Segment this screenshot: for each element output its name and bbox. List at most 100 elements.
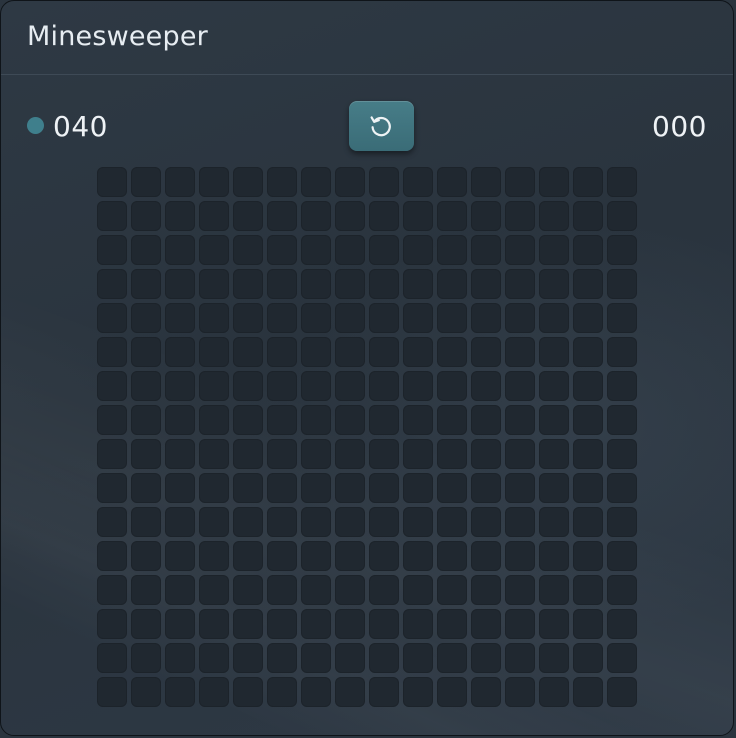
minefield-cell[interactable] (573, 541, 603, 571)
minefield-cell[interactable] (437, 473, 467, 503)
minefield-cell[interactable] (131, 167, 161, 197)
minefield-cell[interactable] (437, 235, 467, 265)
minefield-cell[interactable] (539, 337, 569, 367)
minefield-cell[interactable] (471, 337, 501, 367)
minefield-cell[interactable] (199, 167, 229, 197)
minefield-cell[interactable] (573, 507, 603, 537)
minefield-cell[interactable] (267, 609, 297, 639)
minefield-cell[interactable] (573, 405, 603, 435)
minefield-cell[interactable] (165, 643, 195, 673)
minefield-cell[interactable] (539, 541, 569, 571)
minefield-cell[interactable] (199, 677, 229, 707)
minefield-cell[interactable] (131, 473, 161, 503)
minefield-cell[interactable] (165, 609, 195, 639)
minefield-cell[interactable] (97, 643, 127, 673)
minefield-cell[interactable] (301, 575, 331, 605)
minefield-cell[interactable] (607, 167, 637, 197)
minefield-cell[interactable] (539, 609, 569, 639)
minefield-cell[interactable] (267, 541, 297, 571)
minefield-cell[interactable] (505, 235, 535, 265)
minefield-cell[interactable] (233, 405, 263, 435)
minefield-cell[interactable] (403, 439, 433, 469)
minefield-cell[interactable] (165, 405, 195, 435)
minefield-cell[interactable] (199, 337, 229, 367)
minefield-cell[interactable] (369, 269, 399, 299)
minefield-cell[interactable] (267, 371, 297, 401)
minefield-cell[interactable] (97, 507, 127, 537)
minefield-cell[interactable] (471, 439, 501, 469)
minefield-cell[interactable] (335, 405, 365, 435)
minefield-cell[interactable] (607, 575, 637, 605)
minefield-cell[interactable] (403, 677, 433, 707)
minefield-cell[interactable] (335, 303, 365, 333)
minefield-cell[interactable] (505, 269, 535, 299)
minefield-cell[interactable] (233, 473, 263, 503)
minefield-cell[interactable] (97, 201, 127, 231)
minefield-cell[interactable] (403, 575, 433, 605)
minefield-cell[interactable] (131, 541, 161, 571)
minefield-cell[interactable] (437, 303, 467, 333)
minefield-cell[interactable] (437, 201, 467, 231)
minefield-cell[interactable] (199, 303, 229, 333)
minefield-cell[interactable] (437, 507, 467, 537)
minefield-cell[interactable] (505, 303, 535, 333)
minefield-cell[interactable] (267, 167, 297, 197)
minefield-cell[interactable] (471, 609, 501, 639)
minefield-cell[interactable] (199, 609, 229, 639)
minefield-cell[interactable] (131, 677, 161, 707)
minefield-cell[interactable] (573, 371, 603, 401)
minefield-cell[interactable] (607, 473, 637, 503)
minefield-cell[interactable] (267, 677, 297, 707)
minefield-cell[interactable] (403, 473, 433, 503)
minefield-cell[interactable] (131, 643, 161, 673)
minefield-cell[interactable] (369, 371, 399, 401)
minefield-cell[interactable] (267, 337, 297, 367)
minefield-cell[interactable] (505, 201, 535, 231)
minefield-cell[interactable] (369, 473, 399, 503)
minefield-cell[interactable] (607, 405, 637, 435)
minefield-cell[interactable] (403, 337, 433, 367)
minefield-cell[interactable] (505, 575, 535, 605)
minefield-cell[interactable] (199, 201, 229, 231)
minefield-cell[interactable] (199, 507, 229, 537)
minefield-cell[interactable] (199, 371, 229, 401)
minefield-cell[interactable] (539, 507, 569, 537)
minefield-cell[interactable] (403, 507, 433, 537)
minefield-cell[interactable] (301, 235, 331, 265)
minefield-cell[interactable] (131, 235, 161, 265)
minefield-cell[interactable] (165, 303, 195, 333)
minefield-cell[interactable] (471, 167, 501, 197)
minefield-cell[interactable] (539, 643, 569, 673)
minefield-cell[interactable] (573, 167, 603, 197)
minefield-cell[interactable] (573, 337, 603, 367)
minefield-cell[interactable] (369, 507, 399, 537)
minefield-cell[interactable] (131, 337, 161, 367)
minefield-cell[interactable] (97, 575, 127, 605)
minefield-cell[interactable] (369, 541, 399, 571)
minefield-cell[interactable] (131, 439, 161, 469)
minefield-cell[interactable] (267, 201, 297, 231)
minefield-cell[interactable] (335, 507, 365, 537)
minefield-cell[interactable] (403, 405, 433, 435)
minefield-cell[interactable] (301, 541, 331, 571)
minefield-cell[interactable] (471, 303, 501, 333)
minefield-cell[interactable] (539, 269, 569, 299)
minefield-cell[interactable] (97, 473, 127, 503)
minefield-cell[interactable] (335, 439, 365, 469)
minefield-cell[interactable] (165, 439, 195, 469)
minefield-cell[interactable] (165, 507, 195, 537)
minefield-cell[interactable] (607, 541, 637, 571)
minefield-cell[interactable] (539, 235, 569, 265)
minefield-cell[interactable] (233, 541, 263, 571)
minefield-cell[interactable] (471, 677, 501, 707)
minefield-cell[interactable] (539, 575, 569, 605)
minefield-cell[interactable] (471, 371, 501, 401)
minefield-cell[interactable] (335, 167, 365, 197)
minefield-cell[interactable] (131, 269, 161, 299)
minefield-cell[interactable] (539, 303, 569, 333)
minefield-cell[interactable] (97, 371, 127, 401)
minefield-cell[interactable] (403, 541, 433, 571)
minefield-cell[interactable] (97, 167, 127, 197)
minefield-cell[interactable] (301, 371, 331, 401)
minefield-cell[interactable] (335, 269, 365, 299)
